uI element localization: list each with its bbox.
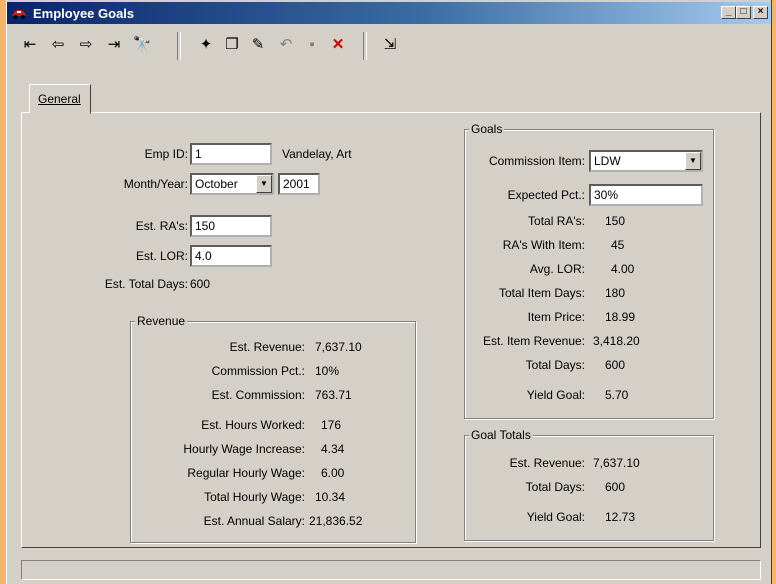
goals-row-value: 45 xyxy=(611,238,625,252)
revenue-row-label: Commission Pct.: xyxy=(211,364,305,378)
revenue-row-value: 176 xyxy=(321,418,342,432)
edit-record-icon[interactable]: ✎ xyxy=(247,34,269,56)
general-panel: Emp ID: 1 Vandelay, Art Month/Year: Octo… xyxy=(21,112,761,548)
expected-pct-label: Expected Pct.: xyxy=(507,188,585,202)
first-record-icon[interactable]: ⇤ xyxy=(19,34,41,56)
goal-totals-row-label: Est. Revenue: xyxy=(509,456,585,470)
goals-row-value: 4.00 xyxy=(611,262,635,276)
save-icon[interactable]: ▪ xyxy=(301,34,323,56)
commission-item-value: LDW xyxy=(594,154,621,168)
goals-row-label: Item Price: xyxy=(527,310,585,324)
new-record-icon[interactable]: ✦ xyxy=(195,34,217,56)
title-bar[interactable]: Employee Goals _ □ × xyxy=(7,2,771,24)
goal-totals-row-value: 12.73 xyxy=(605,510,636,524)
revenue-row-value: 4.34 xyxy=(321,442,345,456)
est-ras-field[interactable]: 150 xyxy=(190,215,272,237)
revenue-group-title: Revenue xyxy=(135,314,188,328)
status-bar xyxy=(21,560,761,580)
goals-group-title: Goals xyxy=(469,122,505,136)
chevron-down-icon[interactable]: ▼ xyxy=(256,175,272,193)
delete-icon[interactable]: ✕ xyxy=(327,34,349,56)
goal-totals-row-value: 600 xyxy=(605,480,626,494)
revenue-row-label: Est. Commission: xyxy=(211,388,305,402)
est-total-days-value: 600 xyxy=(190,277,211,291)
month-year-label: Month/Year: xyxy=(123,177,188,191)
last-record-icon[interactable]: ⇥ xyxy=(103,34,125,56)
revenue-row-label: Hourly Wage Increase: xyxy=(183,442,305,456)
year-field[interactable]: 2001 xyxy=(278,173,320,195)
goals-row-value: 5.70 xyxy=(605,388,629,402)
previous-record-icon[interactable]: ⇦ xyxy=(47,34,69,56)
toolbar-separator xyxy=(363,32,367,60)
est-total-days-label: Est. Total Days: xyxy=(104,277,188,291)
goals-row-value: 3,418.20 xyxy=(593,334,640,348)
commission-item-select[interactable]: LDW ▼ xyxy=(589,150,703,172)
tab-general[interactable]: General xyxy=(29,84,91,114)
est-lor-field[interactable]: 4.0 xyxy=(190,245,272,267)
employee-name: Vandelay, Art xyxy=(282,147,352,161)
goals-row-value: 18.99 xyxy=(605,310,636,324)
revenue-row-label: Regular Hourly Wage: xyxy=(187,466,305,480)
revenue-row-value: 10.34 xyxy=(315,490,346,504)
toolbar-separator xyxy=(177,32,181,60)
revenue-row-value: 6.00 xyxy=(321,466,345,480)
maximize-button[interactable]: □ xyxy=(736,6,751,19)
revenue-row-value: 21,836.52 xyxy=(309,514,363,528)
goal-totals-group-title: Goal Totals xyxy=(469,428,533,442)
toolbar: ⇤ ⇦ ⇨ ⇥ 🔭 ✦ ❐ ✎ ↶ ▪ ✕ ⇲ xyxy=(7,28,771,68)
minimize-button[interactable]: _ xyxy=(721,6,736,19)
month-select[interactable]: October ▼ xyxy=(190,173,274,195)
revenue-row-label: Est. Annual Salary: xyxy=(203,514,305,528)
expected-pct-field[interactable]: 30% xyxy=(589,184,703,206)
goals-row-value: 600 xyxy=(605,358,626,372)
emp-id-field[interactable]: 1 xyxy=(190,143,272,165)
goals-row-label: Yield Goal: xyxy=(526,388,585,402)
goals-row-value: 150 xyxy=(605,214,626,228)
window-title: Employee Goals xyxy=(33,6,135,21)
goals-row-label: Total RA's: xyxy=(528,214,585,228)
next-record-icon[interactable]: ⇨ xyxy=(75,34,97,56)
revenue-group: Revenue Est. Revenue: 7,637.10 Commissio… xyxy=(130,314,416,543)
commission-item-label: Commission Item: xyxy=(488,154,585,168)
goal-totals-group: Goal Totals Est. Revenue: 7,637.10 Total… xyxy=(464,428,714,541)
revenue-row-value: 7,637.10 xyxy=(315,340,362,354)
goal-totals-row-label: Yield Goal: xyxy=(526,510,585,524)
revenue-row-label: Est. Hours Worked: xyxy=(201,418,305,432)
goal-totals-row-value: 7,637.10 xyxy=(593,456,640,470)
revenue-row-value: 763.71 xyxy=(315,388,352,402)
car-icon xyxy=(12,10,26,19)
tab-general-label: General xyxy=(38,92,81,106)
goals-row-label: Avg. LOR: xyxy=(529,262,585,276)
chevron-down-icon[interactable]: ▼ xyxy=(685,152,701,170)
goal-totals-row-label: Total Days: xyxy=(525,480,585,494)
est-ras-label: Est. RA's: xyxy=(135,219,188,233)
close-button[interactable]: × xyxy=(753,6,768,19)
goals-row-value: 180 xyxy=(605,286,626,300)
emp-id-label: Emp ID: xyxy=(144,147,188,161)
exit-icon[interactable]: ⇲ xyxy=(379,34,401,56)
goals-row-label: Est. Item Revenue: xyxy=(482,334,585,348)
est-lor-label: Est. LOR: xyxy=(135,249,188,263)
goals-row-label: Total Days: xyxy=(525,358,585,372)
revenue-row-value: 10% xyxy=(315,364,340,378)
undo-icon[interactable]: ↶ xyxy=(275,34,297,56)
goals-group: Goals Commission Item: LDW ▼ Expected Pc… xyxy=(464,122,714,419)
find-icon[interactable]: 🔭 xyxy=(131,34,153,56)
goals-row-label: Total Item Days: xyxy=(498,286,585,300)
goals-row-label: RA's With Item: xyxy=(502,238,585,252)
copy-record-icon[interactable]: ❐ xyxy=(221,34,243,56)
employee-goals-window: Employee Goals _ □ × ⇤ ⇦ ⇨ ⇥ 🔭 ✦ ❐ ✎ ↶ ▪… xyxy=(6,0,772,584)
revenue-row-label: Est. Revenue: xyxy=(229,340,305,354)
revenue-row-label: Total Hourly Wage: xyxy=(204,490,305,504)
month-value: October xyxy=(195,177,238,191)
